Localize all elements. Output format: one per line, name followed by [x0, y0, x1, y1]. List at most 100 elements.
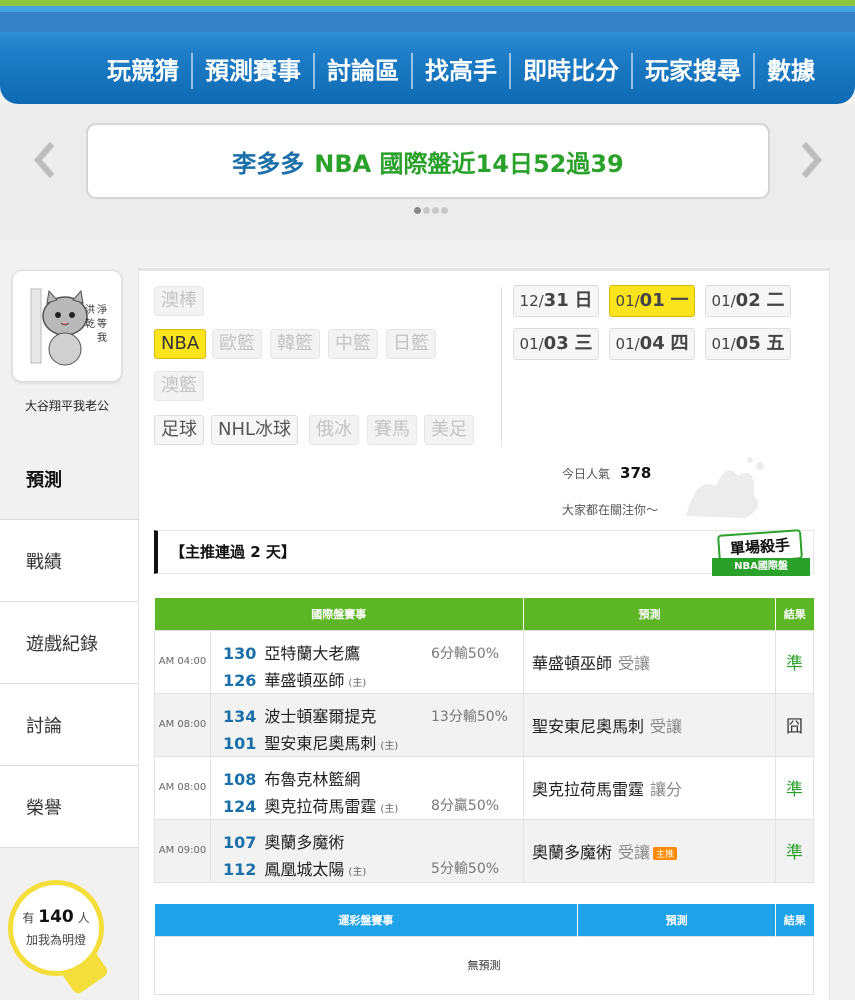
svg-text:淨: 淨 — [97, 304, 107, 316]
side-menu-label: 榮譽 — [26, 797, 62, 819]
date-chip[interactable]: 01/05 五 — [705, 328, 791, 360]
sport-chip-aus-basketball[interactable]: 澳籃 — [154, 371, 204, 401]
date-chip[interactable]: 01/04 四 — [609, 328, 695, 360]
handicap: 8分贏50% — [431, 797, 500, 814]
handicap: 6分輸50% — [431, 645, 500, 662]
date-weekday: 日 — [574, 290, 593, 311]
date-weekday: 四 — [670, 333, 689, 354]
predicted-team: 奧克拉荷馬雷霆 — [532, 779, 645, 799]
home-marker: (主) — [380, 803, 399, 815]
prediction-type: 受讓 — [618, 842, 651, 862]
sport-chip-us-football[interactable]: 美足 — [424, 415, 474, 445]
date-day: 02 — [735, 290, 761, 311]
date-chip[interactable]: 12/31 日 — [513, 285, 599, 317]
svg-text:乾: 乾 — [85, 317, 95, 330]
svg-text:我: 我 — [97, 332, 107, 344]
date-day: 31 — [543, 290, 569, 311]
follow-lamp-button[interactable]: 有 140 人 加我為明燈 — [8, 880, 104, 976]
team-number: 130 — [223, 643, 257, 663]
top-nav-bar: 玩競猜 預測賽事 討論區 找高手 即時比分 玩家搜尋 數據 — [0, 0, 855, 104]
chevron-left-icon[interactable] — [32, 140, 56, 186]
result: 囧 — [775, 692, 814, 757]
single-match-killer-badge: 單場殺手 NBA國際盤 — [712, 528, 810, 580]
date-weekday: 五 — [766, 333, 785, 354]
predicted-team: 奧蘭多魔術 — [532, 842, 613, 862]
lamp-caption: 加我為明燈 — [25, 933, 86, 947]
prediction-type: 讓分 — [650, 779, 683, 799]
table-header: 國際盤賽事 — [154, 598, 524, 630]
sport-chip-nhl[interactable]: NHL冰球 — [211, 415, 299, 445]
popularity: 今日人氣 378 — [562, 464, 651, 482]
sport-chip-nba[interactable]: NBA — [154, 329, 207, 359]
table-header: 運彩盤賽事 — [154, 904, 579, 936]
sport-chip-russia-hockey[interactable]: 俄冰 — [309, 415, 359, 445]
table-row[interactable]: AM 08:00 134 波士頓塞爾提克 101 聖安東尼奧馬刺 (主) 13分輸50… — [154, 692, 814, 757]
carousel-dot[interactable] — [441, 207, 448, 214]
chevron-right-icon[interactable] — [800, 140, 824, 186]
divider — [501, 287, 502, 447]
carousel-dot[interactable] — [423, 207, 430, 214]
table-row[interactable]: AM 08:00 108 布魯克林籃網 124 奧克拉荷馬雷霆 (主) 8分贏50% … — [154, 755, 814, 820]
prediction-type: 受讓 — [618, 653, 651, 673]
predicted-team: 華盛頓巫師 — [532, 653, 613, 673]
sport-chip-china-basketball[interactable]: 中籃 — [328, 329, 378, 359]
lamp-suffix: 人 — [77, 911, 90, 925]
badge-subtitle: NBA國際盤 — [712, 558, 810, 576]
result: 準 — [775, 629, 814, 694]
side-menu-game-log[interactable]: 遊戲紀錄 — [0, 602, 138, 684]
date-day: 05 — [735, 333, 761, 354]
nav-item-guess[interactable]: 玩競猜 — [95, 53, 191, 89]
date-chip-selected[interactable]: 01/01 一 — [609, 285, 695, 317]
side-menu-honor[interactable]: 榮譽 — [0, 766, 138, 848]
table-row[interactable]: AM 09:00 107 奧蘭多魔術 112 鳳凰城太陽 (主) 5分輸50% 奧蘭多… — [154, 818, 814, 883]
game-time: AM 04:00 — [154, 629, 211, 694]
date-month: 01/ — [711, 335, 736, 353]
avatar[interactable]: 洪 乾 淨 等 我 — [12, 270, 122, 382]
date-day: 03 — [543, 333, 569, 354]
sport-chip-euro-basketball[interactable]: 歐籃 — [212, 329, 262, 359]
home-marker: (主) — [348, 866, 367, 878]
banner-record-text: NBA 國際盤近14日52過39 — [314, 149, 624, 178]
side-menu-predict[interactable]: 預測 — [0, 438, 138, 520]
nav-item-forum[interactable]: 討論區 — [313, 53, 411, 89]
table-header: 結果 — [775, 904, 814, 936]
lamp-prefix: 有 — [22, 911, 35, 925]
result: 準 — [775, 755, 814, 820]
table-row: 無預測 — [154, 935, 814, 995]
side-menu-discuss[interactable]: 討論 — [0, 684, 138, 766]
username: 大谷翔平我老公 — [24, 399, 109, 413]
date-chip[interactable]: 01/02 二 — [705, 285, 791, 317]
carousel-dot[interactable] — [414, 207, 421, 214]
sport-chip-soccer[interactable]: 足球 — [154, 415, 204, 445]
date-weekday: 三 — [574, 333, 593, 354]
sports-lottery-table: 運彩盤賽事 預測 結果 無預測 — [154, 904, 814, 995]
date-chip[interactable]: 01/03 三 — [513, 328, 599, 360]
banner-slide[interactable]: 李多多 NBA 國際盤近14日52過39 — [86, 123, 770, 199]
away-team: 亞特蘭大老鷹 — [264, 643, 361, 663]
away-team: 布魯克林籃網 — [264, 769, 361, 789]
carousel-dot[interactable] — [432, 207, 439, 214]
game-time: AM 08:00 — [154, 755, 211, 820]
svg-text:等: 等 — [97, 317, 107, 330]
banner-user-name: 李多多 — [232, 149, 305, 178]
main-pick-badge: 主推 — [653, 846, 678, 860]
team-number: 112 — [223, 859, 257, 879]
nav-item-livescore[interactable]: 即時比分 — [509, 53, 631, 89]
popularity-label: 今日人氣 — [562, 467, 611, 481]
sport-chip-japan-basketball[interactable]: 日籃 — [386, 329, 436, 359]
nav-item-stats[interactable]: 數據 — [753, 53, 827, 89]
date-month: 01/ — [615, 335, 640, 353]
sport-chip-aus-baseball[interactable]: 澳棒 — [154, 286, 204, 316]
nav-item-predict[interactable]: 預測賽事 — [191, 53, 313, 89]
team-number: 134 — [223, 706, 257, 726]
svg-text:洪: 洪 — [85, 304, 95, 316]
date-month: 01/ — [711, 292, 736, 310]
sport-chip-korea-basketball[interactable]: 韓籃 — [270, 329, 320, 359]
nav-item-experts[interactable]: 找高手 — [411, 53, 509, 89]
table-header: 結果 — [775, 598, 814, 630]
table-row[interactable]: AM 04:00 130 亞特蘭大老鷹 126 華盛頓巫師 (主) 6分輸50% 華盛… — [154, 629, 814, 694]
side-menu-record[interactable]: 戰績 — [0, 520, 138, 602]
home-marker: (主) — [380, 740, 399, 752]
sport-chip-horse-racing[interactable]: 賽馬 — [367, 415, 417, 445]
nav-item-player-search[interactable]: 玩家搜尋 — [631, 53, 753, 89]
